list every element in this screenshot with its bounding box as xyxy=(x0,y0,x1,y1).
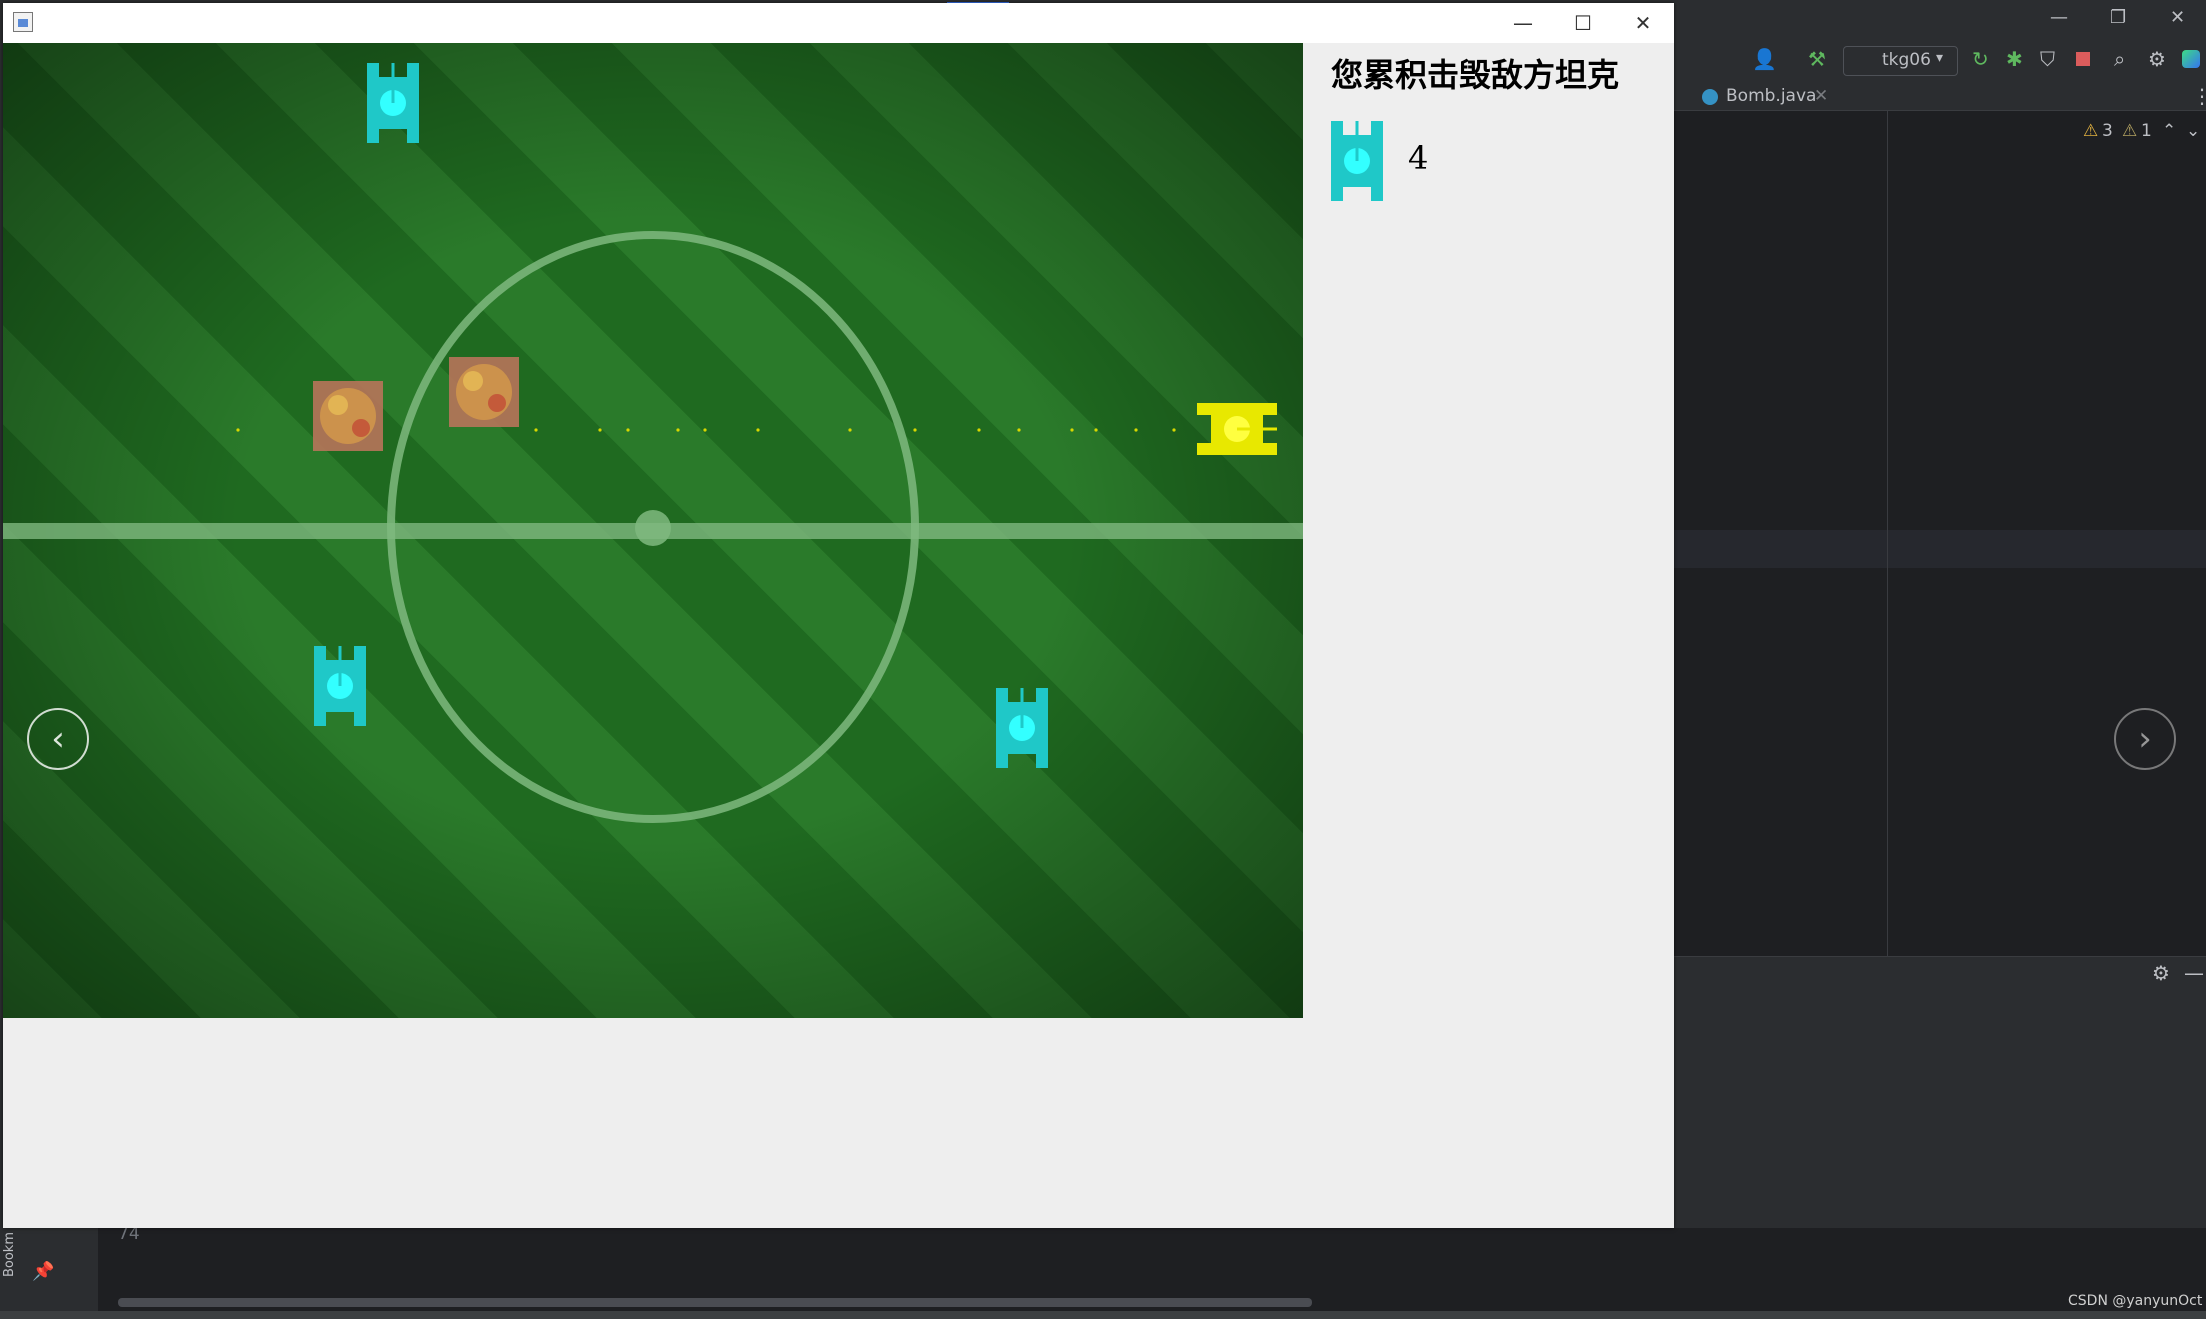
status-bar xyxy=(0,1311,2206,1319)
bullet xyxy=(848,428,852,432)
bookmarks-tab[interactable]: Bookm xyxy=(2,1232,17,1277)
restore-icon[interactable]: ❐ xyxy=(2110,8,2126,28)
bullet xyxy=(676,428,680,432)
gear-icon[interactable]: ⚙ xyxy=(2152,963,2170,983)
destroyed-count: 4 xyxy=(1408,139,1429,177)
maximize-button[interactable]: ☐ xyxy=(1553,3,1613,43)
weak-warnings-count: 1 xyxy=(2141,121,2152,141)
bullet xyxy=(626,428,630,432)
debug-icon[interactable]: ✱ xyxy=(2006,49,2023,69)
enemy-tank xyxy=(314,646,366,726)
more-options-icon[interactable]: ⋮ xyxy=(2192,86,2206,106)
bullet xyxy=(236,428,240,432)
player-tank xyxy=(1197,403,1277,455)
right-margin-guide xyxy=(1887,111,1888,956)
tool-window-header xyxy=(1670,956,2206,993)
run-config-label: tkg06 xyxy=(1882,50,1931,70)
user-icon[interactable]: 👤 xyxy=(1752,49,1777,69)
rerun-icon[interactable]: ↻ xyxy=(1972,49,1989,69)
next-image-button[interactable]: › xyxy=(2114,708,2176,770)
horizontal-scrollbar[interactable] xyxy=(118,1298,1312,1307)
plugin-icon[interactable] xyxy=(2182,50,2200,68)
stop-icon[interactable] xyxy=(2076,52,2090,66)
battlefield-canvas xyxy=(3,63,1303,823)
chevron-right-icon: › xyxy=(2138,719,2152,759)
minimize-icon[interactable]: — xyxy=(2050,8,2068,28)
bullet xyxy=(756,428,760,432)
close-icon[interactable]: ✕ xyxy=(2170,8,2185,28)
game-window: — ☐ ✕ 您累积击毁敌方坦克 4 xyxy=(3,3,1674,1228)
current-line-highlight xyxy=(1670,530,2206,568)
warnings-count: 3 xyxy=(2102,121,2113,141)
bullet xyxy=(1134,428,1138,432)
minimize-icon: — xyxy=(1513,11,1533,35)
bullet xyxy=(977,428,981,432)
pin-icon[interactable]: 📌 xyxy=(32,1262,54,1282)
minimize-button[interactable]: — xyxy=(1493,3,1553,43)
explosion xyxy=(449,357,519,427)
search-icon[interactable]: ⌕ xyxy=(2114,49,2125,69)
chevron-up-icon[interactable]: ⌃ xyxy=(2162,121,2176,141)
bullet xyxy=(1172,428,1176,432)
enemy-tank xyxy=(996,688,1048,768)
enemy-tank xyxy=(367,63,419,143)
coverage-icon[interactable]: ⛉ xyxy=(2040,49,2055,69)
tab-label: Bomb.java xyxy=(1726,86,1817,106)
bullet xyxy=(598,428,602,432)
bullet xyxy=(534,428,538,432)
chevron-down-icon: ▾ xyxy=(1936,50,1944,66)
maximize-icon: ☐ xyxy=(1574,11,1592,35)
chevron-left-icon: ‹ xyxy=(51,719,65,759)
java-app-icon xyxy=(13,12,33,32)
run-config-selector[interactable]: tkg06 ▾ xyxy=(1843,46,1958,76)
window-titlebar[interactable]: — ☐ ✕ xyxy=(3,3,1674,43)
weak-warning-icon[interactable]: ⚠ xyxy=(2122,121,2137,141)
gear-icon[interactable]: ⚙ xyxy=(2148,49,2166,69)
bullet xyxy=(1070,428,1074,432)
previous-image-button[interactable]: ‹ xyxy=(27,708,89,770)
enemy-tank-icon xyxy=(1331,121,1383,201)
battlefield[interactable] xyxy=(3,43,1303,1018)
explosion xyxy=(313,381,383,451)
score-title: 您累积击毁敌方坦克 xyxy=(1331,56,1620,94)
chevron-down-icon[interactable]: ⌄ xyxy=(2186,121,2200,141)
bullet xyxy=(1017,428,1021,432)
center-spot xyxy=(635,510,671,546)
build-hammer-icon[interactable]: ⚒ xyxy=(1808,49,1826,69)
watermark: CSDN @yanyunOct xyxy=(2068,1293,2203,1309)
warning-icon[interactable]: ⚠ xyxy=(2083,121,2098,141)
close-button[interactable]: ✕ xyxy=(1613,3,1673,43)
hide-panel-icon[interactable]: — xyxy=(2184,963,2204,983)
java-class-icon xyxy=(1702,89,1718,105)
score-panel: 您累积击毁敌方坦克 4 xyxy=(1303,43,1674,1018)
bullet xyxy=(1094,428,1098,432)
bullet xyxy=(913,428,917,432)
close-tab-icon[interactable]: ✕ xyxy=(1814,86,1828,106)
bullet xyxy=(703,428,707,432)
close-icon: ✕ xyxy=(1634,11,1652,35)
